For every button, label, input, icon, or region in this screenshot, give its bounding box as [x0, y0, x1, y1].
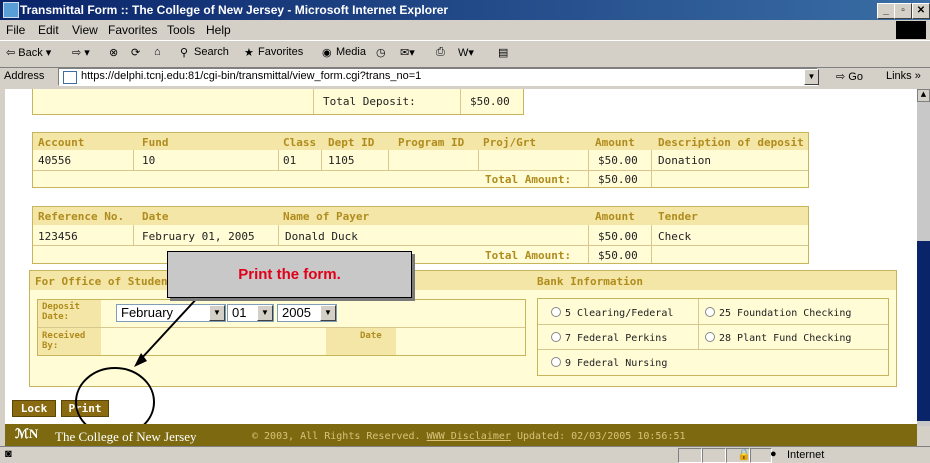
maximize-button[interactable]: ▫	[894, 3, 912, 19]
college-name: The College of New Jersey	[55, 429, 197, 444]
page-content: Total Deposit: $50.00 Account Fund Class…	[5, 89, 917, 426]
refresh-icon[interactable]: ⟳	[131, 46, 140, 59]
callout-text: Print the form.	[238, 266, 341, 283]
address-input[interactable]: https://delphi.tcnj.edu:81/cgi-bin/trans…	[58, 68, 818, 86]
stop-icon[interactable]: ⊗	[109, 46, 118, 59]
menu-edit[interactable]: Edit	[38, 23, 59, 37]
forward-button[interactable]: ⇨ ▾	[72, 46, 90, 59]
internet-zone-label: Internet	[787, 449, 825, 461]
internet-zone-icon: ●	[770, 448, 777, 460]
menu-file[interactable]: File	[6, 23, 25, 37]
window-title: Transmittal Form :: The College of New J…	[20, 3, 449, 17]
annotation-circle	[75, 367, 155, 426]
mail-icon[interactable]: ✉▾	[400, 46, 415, 59]
print-icon[interactable]: ⎙	[436, 46, 445, 59]
instruction-callout: Print the form.	[167, 251, 412, 298]
toolbar: ⇦ Back ▾ ⇨ ▾ ⊗ ⟳ ⌂ ⚲ Search ★ Favorites …	[0, 40, 930, 68]
favorites-button[interactable]: Favorites	[258, 46, 303, 58]
address-url: https://delphi.tcnj.edu:81/cgi-bin/trans…	[81, 70, 422, 82]
address-dropdown-icon[interactable]: ▼	[804, 69, 819, 85]
minimize-button[interactable]: _	[877, 3, 895, 19]
window-title-bar: Transmittal Form :: The College of New J…	[0, 0, 930, 20]
college-logo: ℳN	[15, 426, 39, 441]
address-bar: Address https://delphi.tcnj.edu:81/cgi-b…	[0, 66, 930, 88]
history-icon[interactable]: ◷	[376, 46, 386, 59]
vertical-scrollbar[interactable]: ▲	[917, 89, 930, 426]
menu-view[interactable]: View	[72, 23, 98, 37]
ie-status-icon: ◙	[5, 448, 12, 460]
edit-icon[interactable]: W▾	[458, 46, 474, 59]
footer-copyright: © 2003, All Rights Reserved. WWW Disclai…	[252, 431, 686, 442]
annotation-arrow-line	[139, 294, 201, 361]
scroll-up-icon[interactable]: ▲	[917, 89, 930, 102]
menu-favorites[interactable]: Favorites	[108, 23, 157, 37]
menu-help[interactable]: Help	[206, 23, 231, 37]
windows-logo	[896, 21, 926, 39]
close-button[interactable]: ✕	[912, 3, 930, 19]
page-icon	[63, 71, 77, 84]
media-icon[interactable]: ◉	[322, 46, 332, 59]
media-button[interactable]: Media	[336, 46, 366, 58]
status-bar: ◙ 🔒 ● Internet	[0, 446, 930, 463]
favorites-icon[interactable]: ★	[244, 46, 254, 59]
search-button[interactable]: Search	[194, 46, 229, 58]
home-icon[interactable]: ⌂	[154, 46, 161, 58]
lock-icon: 🔒	[737, 449, 751, 461]
back-button[interactable]: ⇦ Back ▾	[6, 46, 51, 59]
disclaimer-link[interactable]: WWW Disclaimer	[427, 431, 511, 442]
discuss-icon[interactable]: ▤	[498, 46, 508, 59]
scroll-thumb[interactable]	[917, 241, 930, 421]
annotation-overlay	[75, 294, 201, 426]
ie-window-icon	[3, 2, 19, 18]
address-label: Address	[4, 70, 45, 82]
menu-tools[interactable]: Tools	[167, 23, 195, 37]
menu-bar: File Edit View Favorites Tools Help	[0, 20, 930, 40]
search-icon[interactable]: ⚲	[180, 46, 188, 59]
page-footer: ℳN The College of New Jersey © 2003, All…	[5, 424, 917, 446]
go-button[interactable]: ⇨ Go	[836, 70, 863, 83]
links-button[interactable]: Links »	[886, 70, 921, 82]
